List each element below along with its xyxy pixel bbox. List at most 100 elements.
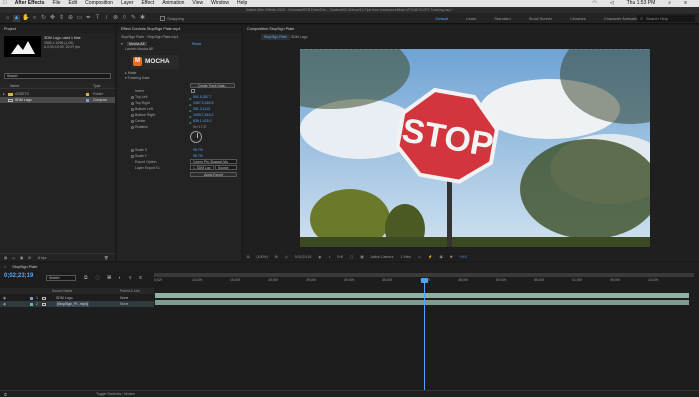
interpret-footage-icon[interactable]: ▤	[4, 256, 7, 260]
effect-reset-link[interactable]: Reset	[192, 42, 201, 46]
menu-file[interactable]: File	[52, 0, 60, 7]
toggle-panel-icon[interactable]: ⧉	[4, 392, 7, 397]
workspace-learn[interactable]: Learn	[457, 16, 485, 21]
workspace-libraries[interactable]: Libraries	[561, 16, 594, 21]
grid-icon[interactable]: ⊞	[275, 255, 278, 259]
resolution-dropdown[interactable]: Full	[337, 255, 343, 259]
color-icon[interactable]: ◑	[328, 255, 330, 259]
trash-icon[interactable]: 🗑	[104, 256, 108, 260]
exposure-icon[interactable]: ✺	[450, 255, 453, 259]
puppet-tool-icon[interactable]: ✱	[139, 15, 146, 22]
layer-1-duration-bar[interactable]	[155, 293, 689, 298]
stopwatch-icon[interactable]	[131, 113, 134, 117]
eye-icon[interactable]: ◉	[3, 301, 6, 307]
clock[interactable]: Thu 1:53 PM	[627, 0, 656, 7]
menu-edit[interactable]: Edit	[69, 0, 78, 7]
snapshot-icon[interactable]: ◉	[318, 255, 321, 259]
composition-tab[interactable]: Composition StopSign Plate	[243, 25, 699, 33]
col-source-name[interactable]: Source Name	[52, 288, 72, 294]
exposure-value[interactable]: +0.0	[460, 255, 467, 259]
rectangle-tool-icon[interactable]: ▭	[76, 15, 83, 22]
pan-tool-icon[interactable]: ✥	[49, 15, 56, 22]
col-parent[interactable]: Parent & Link	[120, 288, 140, 294]
hand-tool-icon[interactable]: ✋	[22, 15, 29, 22]
anchor-tool-icon[interactable]: ⊕	[67, 15, 74, 22]
dolly-tool-icon[interactable]: ⇕	[58, 15, 65, 22]
rotation-dial[interactable]	[190, 131, 202, 143]
camera-dropdown[interactable]: Active Camera	[370, 255, 393, 259]
playhead-line[interactable]	[424, 278, 425, 390]
timeline-current-time[interactable]: 0;02;23;19	[4, 273, 33, 279]
create-track-data-button[interactable]: Create Track Data...	[190, 83, 235, 88]
menu-help[interactable]: Help	[237, 0, 247, 7]
comp-viewer[interactable]: STOP	[300, 49, 650, 247]
layer-2-duration-bar[interactable]	[155, 300, 689, 305]
layer-export-select[interactable]: 1. SDM Log	[190, 165, 214, 170]
settings-icon[interactable]: ⚙	[28, 256, 31, 260]
control-center-icon[interactable]: ≡	[684, 0, 687, 7]
region-icon[interactable]: ▢	[350, 255, 353, 259]
wifi-icon[interactable]: ◠	[592, 0, 596, 7]
timeline-switches[interactable]: ⧉ ◇ ▤ ◐ ⚲ ⊗	[84, 275, 145, 281]
snapping-checkbox[interactable]	[160, 15, 165, 21]
expand-arrow-icon[interactable]: ▸	[3, 92, 5, 96]
views-dropdown[interactable]: 1 View	[400, 255, 410, 259]
workspace-small-screen[interactable]: Small Screen	[520, 16, 562, 21]
zoom-dropdown[interactable]: (100%)	[256, 255, 267, 259]
workspace-default[interactable]: Default	[426, 16, 457, 21]
home-icon[interactable]: ⌂	[4, 15, 11, 22]
new-folder-icon[interactable]: ▭	[12, 256, 15, 260]
stopwatch-icon[interactable]	[131, 95, 134, 99]
pixel-aspect-icon[interactable]: ▭	[418, 255, 421, 259]
invert-checkbox[interactable]	[191, 89, 195, 93]
clone-tool-icon[interactable]: ⊗	[112, 15, 119, 22]
group-matte[interactable]: ▸ Matte	[125, 71, 137, 75]
roto-tool-icon[interactable]: ✎	[130, 15, 137, 22]
fast-preview-icon[interactable]: ⚡	[428, 255, 432, 259]
eraser-tool-icon[interactable]: ◊	[121, 15, 128, 22]
layer-row[interactable]: ◉ 2 [StopSign_Pl...mp4] None	[0, 301, 154, 307]
brush-tool-icon[interactable]: /	[103, 15, 110, 22]
collapse-arrow-icon[interactable]: ▾	[121, 42, 123, 46]
stopwatch-icon[interactable]	[131, 154, 134, 158]
menu-composition[interactable]: Composition	[85, 0, 113, 7]
subtab-sdm-logo[interactable]: SDM Logo	[291, 34, 308, 40]
col-type[interactable]: Type	[93, 84, 101, 88]
bpc-label[interactable]: 8 bpc	[38, 256, 47, 260]
mask-icon[interactable]: ◎	[285, 255, 288, 259]
label-color-swatch[interactable]	[30, 296, 33, 300]
menu-layer[interactable]: Layer	[121, 0, 134, 7]
menu-app[interactable]: After Effects	[15, 0, 45, 7]
subtab-stopsign-plate[interactable]: StopSign Plate	[261, 34, 291, 40]
stopwatch-icon[interactable]	[131, 125, 134, 129]
col-name[interactable]: Name	[10, 84, 19, 88]
type-tool-icon[interactable]: T	[94, 15, 101, 22]
timeline-tab[interactable]: × StopSign Plate	[0, 263, 699, 271]
stopwatch-icon[interactable]	[131, 119, 134, 123]
work-area-bar[interactable]	[154, 273, 694, 277]
launch-mocha-link[interactable]: Launch Mocha AE	[125, 47, 153, 51]
stopwatch-icon[interactable]	[131, 107, 134, 111]
menu-window[interactable]: Window	[211, 0, 229, 7]
label-color-swatch[interactable]	[86, 92, 89, 96]
orbit-tool-icon[interactable]: ↻	[40, 15, 47, 22]
playhead-handle[interactable]	[421, 278, 428, 283]
search-help-input[interactable]: Search Help	[637, 15, 695, 22]
stopwatch-icon[interactable]	[131, 101, 134, 105]
3d-icon[interactable]: ▣	[439, 255, 442, 259]
zoom-tool-icon[interactable]: ⌕	[31, 15, 38, 22]
apple-icon[interactable]: 	[3, 0, 7, 7]
effect-controls-tab[interactable]: Effect Controls StopSign Plate.mp4	[117, 25, 241, 33]
new-comp-icon[interactable]: ▣	[20, 256, 23, 260]
apply-export-button[interactable]: Apply Export	[190, 172, 237, 177]
current-time[interactable]: 0;02;23;19	[295, 255, 312, 259]
label-color-swatch[interactable]	[30, 302, 33, 306]
group-tracking-data[interactable]: ▾ Tracking Data	[125, 76, 149, 80]
magnify-icon[interactable]: ⧉	[247, 255, 250, 259]
transparency-icon[interactable]: ▦	[360, 255, 363, 259]
toggle-switches-modes[interactable]: Toggle Switches / Modes	[96, 392, 135, 396]
pen-tool-icon[interactable]: ✒	[85, 15, 92, 22]
parent-dropdown[interactable]: None	[120, 301, 128, 307]
menu-view[interactable]: View	[192, 0, 203, 7]
export-option-select[interactable]: Corner Pin (Support Mo	[190, 159, 237, 164]
